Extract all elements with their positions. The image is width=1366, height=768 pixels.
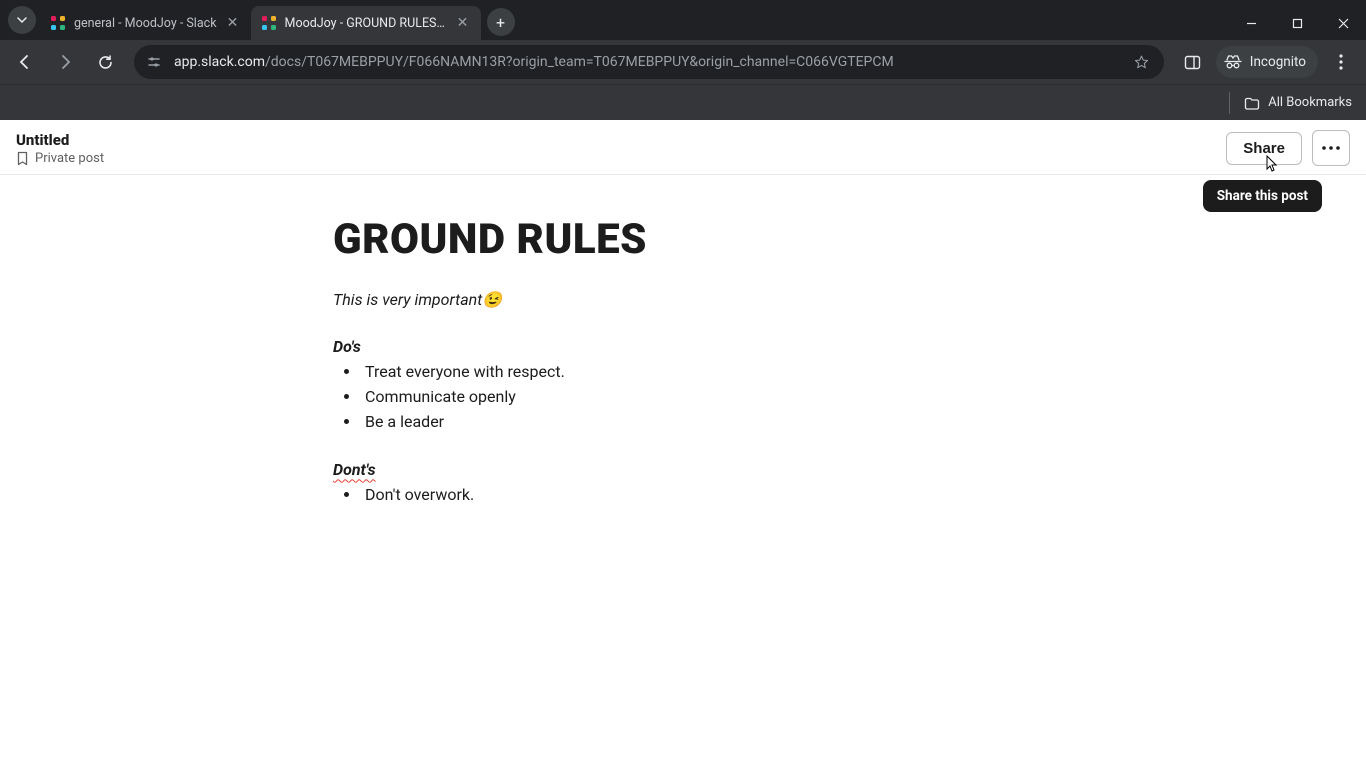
- window-minimize-button[interactable]: [1228, 6, 1274, 40]
- tab-title: general - MoodJoy - Slack: [74, 16, 217, 31]
- close-tab-button[interactable]: ✕: [225, 15, 241, 31]
- nav-back-button[interactable]: [8, 45, 42, 79]
- dos-heading: Do's: [333, 337, 1033, 356]
- reload-icon: [97, 54, 114, 71]
- kebab-icon: [1339, 54, 1343, 70]
- intro-text: This is very important: [333, 290, 482, 309]
- incognito-label: Incognito: [1250, 54, 1306, 70]
- window-maximize-button[interactable]: [1274, 6, 1320, 40]
- tabs-dropdown-button[interactable]: [8, 6, 36, 34]
- browser-tab-inactive[interactable]: general - MoodJoy - Slack ✕: [40, 6, 251, 40]
- close-tab-button[interactable]: ✕: [455, 15, 471, 31]
- doc-header: Untitled Private post Share Share this p…: [0, 120, 1366, 175]
- list-item: Treat everyone with respect.: [361, 360, 1033, 385]
- browser-toolbar: app.slack.com/docs/T067MEBPPUY/F066NAMN1…: [0, 40, 1366, 84]
- window-controls: [1228, 6, 1366, 40]
- chevron-down-icon: [17, 15, 27, 25]
- donts-list: Don't overwork.: [333, 483, 1033, 508]
- doc-header-left: Untitled Private post: [16, 131, 104, 166]
- nav-reload-button[interactable]: [88, 45, 122, 79]
- list-item: Be a leader: [361, 410, 1033, 435]
- ellipsis-icon: [1322, 146, 1340, 150]
- arrow-right-icon: [56, 53, 74, 71]
- arrow-left-icon: [16, 53, 34, 71]
- panel-icon: [1184, 54, 1201, 71]
- browser-tab-active[interactable]: MoodJoy - GROUND RULES - S ✕: [251, 6, 481, 40]
- address-bar[interactable]: app.slack.com/docs/T067MEBPPUY/F066NAMN1…: [134, 45, 1164, 79]
- close-icon: [1338, 18, 1349, 29]
- tab-strip: general - MoodJoy - Slack ✕ MoodJoy - GR…: [0, 0, 1366, 40]
- list-item: Don't overwork.: [361, 483, 1033, 508]
- list-item: Communicate openly: [361, 385, 1033, 410]
- doc-header-right: Share: [1226, 130, 1350, 166]
- document-heading: GROUND RULES: [333, 215, 1033, 264]
- tab-title: MoodJoy - GROUND RULES - S: [285, 16, 447, 31]
- doc-privacy[interactable]: Private post: [16, 151, 104, 166]
- bookmark-star-button[interactable]: [1130, 50, 1154, 74]
- all-bookmarks-label: All Bookmarks: [1268, 95, 1352, 110]
- slack-favicon-icon: [261, 15, 277, 31]
- wink-emoji-icon: 😉: [482, 290, 502, 309]
- slack-favicon-icon: [50, 15, 66, 31]
- share-button[interactable]: Share: [1226, 132, 1302, 165]
- nav-forward-button[interactable]: [48, 45, 82, 79]
- browser-menu-button[interactable]: [1324, 45, 1358, 79]
- folder-icon: [1244, 96, 1260, 110]
- minimize-icon: [1246, 18, 1257, 29]
- doc-body[interactable]: GROUND RULES This is very important😉 Do'…: [313, 215, 1053, 508]
- site-settings-icon[interactable]: [144, 52, 164, 72]
- side-panel-button[interactable]: [1176, 45, 1210, 79]
- url-path: /docs/T067MEBPPUY/F066NAMN13R?origin_tea…: [265, 54, 894, 70]
- url-host: app.slack.com: [174, 54, 265, 70]
- incognito-icon: [1224, 55, 1242, 69]
- share-tooltip: Share this post: [1203, 180, 1322, 212]
- more-actions-button[interactable]: [1312, 130, 1350, 166]
- page-content: Untitled Private post Share Share this p…: [0, 120, 1366, 768]
- divider: [1229, 92, 1230, 114]
- maximize-icon: [1292, 18, 1303, 29]
- bookmarks-bar: All Bookmarks: [0, 84, 1366, 120]
- window-close-button[interactable]: [1320, 6, 1366, 40]
- dos-list: Treat everyone with respect. Communicate…: [333, 360, 1033, 434]
- url-text: app.slack.com/docs/T067MEBPPUY/F066NAMN1…: [174, 54, 1120, 70]
- incognito-chip[interactable]: Incognito: [1216, 46, 1318, 78]
- intro-line: This is very important😉: [333, 290, 1033, 309]
- star-icon: [1133, 54, 1150, 71]
- bookmark-icon: [16, 151, 29, 166]
- all-bookmarks-button[interactable]: All Bookmarks: [1244, 95, 1352, 110]
- doc-privacy-label: Private post: [35, 151, 104, 166]
- doc-title: Untitled: [16, 131, 104, 149]
- new-tab-button[interactable]: +: [487, 8, 515, 36]
- donts-heading-text: Dont's: [333, 460, 376, 479]
- browser-chrome: general - MoodJoy - Slack ✕ MoodJoy - GR…: [0, 0, 1366, 120]
- donts-heading: Dont's: [333, 460, 1033, 479]
